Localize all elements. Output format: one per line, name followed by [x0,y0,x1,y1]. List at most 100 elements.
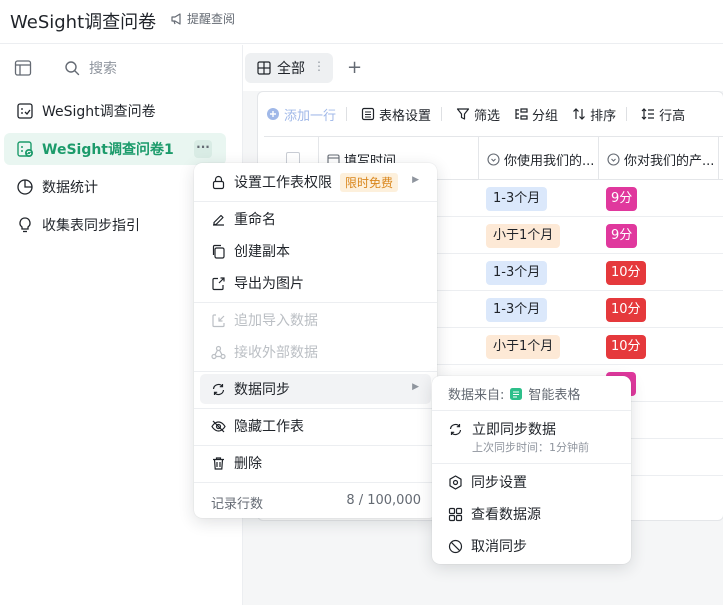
export-icon [211,276,226,291]
menu-item-permission[interactable]: 设置工作表权限 限时免费 ▶ [200,167,431,197]
menu-item-label: 接收外部数据 [234,345,318,361]
menu-item-duplicate[interactable]: 创建副本 [200,236,431,266]
sidebar-item-sync-guide[interactable]: 收集表同步指引 [4,209,226,241]
view-data-source-button[interactable]: 查看数据源 [448,503,541,525]
score-tag: 9分 [606,187,638,211]
single-select-icon [607,152,620,166]
menu-divider [194,408,437,409]
group-icon [514,107,528,121]
pie-chart-icon [16,178,34,196]
data-source-label: 数据来自: [448,388,505,403]
search-icon[interactable] [64,60,80,76]
sort-button[interactable]: 排序 [572,105,616,124]
group-label: 分组 [532,108,559,124]
tab-more-button[interactable]: ⋮ [313,59,325,73]
add-row-button[interactable]: 添加一行 [266,105,336,124]
smart-sheet-icon [509,387,523,401]
add-view-button[interactable]: + [347,57,362,78]
duration-tag: 小于1个月 [486,224,561,248]
submenu-divider [432,410,631,411]
remind-button[interactable]: 提醒查阅 [170,10,235,27]
free-badge: 限时免费 [340,172,399,192]
data-sync-submenu: 数据来自: 智能表格 立即同步数据 上次同步时间：1分钟前 同步设置 查看数据源… [432,376,631,564]
column-header-label: 你对我们的产... [624,153,715,169]
edit-icon [211,212,226,227]
menu-item-label: 删除 [234,456,262,472]
record-rows-value: 8 / 100,000 [346,493,421,508]
ban-icon [448,539,463,554]
score-tag: 10分 [606,261,646,285]
sidebar-toggle-icon[interactable] [14,59,32,77]
menu-item-append-import: 追加导入数据 [200,305,431,335]
search-input[interactable]: 搜索 [89,58,117,78]
duration-tag: 小于1个月 [486,335,561,359]
app-header: WeSight调查问卷 提醒查阅 [0,0,723,44]
menu-item-label: 设置工作表权限 [234,175,332,191]
lightbulb-icon [16,216,34,234]
more-options-button[interactable]: ··· [194,140,212,158]
row-height-label: 行高 [659,108,686,124]
sync-icon [448,422,463,437]
menu-item-hide-sheet[interactable]: 隐藏工作表 [200,411,431,441]
group-button[interactable]: 分组 [514,105,558,124]
record-rows-label: 记录行数 [211,497,264,512]
sort-label: 排序 [590,108,617,124]
lock-icon [211,175,226,190]
menu-item-rename[interactable]: 重命名 [200,204,431,234]
copy-icon [211,244,226,259]
filter-label: 筛选 [474,108,501,124]
sync-now-label: 立即同步数据 [472,422,556,438]
score-tag: 10分 [606,335,646,359]
cancel-sync-label: 取消同步 [471,539,527,555]
table-settings-button[interactable]: 表格设置 [361,105,431,124]
webhook-icon [211,345,226,360]
menu-item-label: 追加导入数据 [234,313,318,329]
table-settings-label: 表格设置 [379,108,432,124]
menu-item-export-image[interactable]: 导出为图片 [200,268,431,298]
menu-item-data-sync[interactable]: 数据同步 ▶ [200,374,431,404]
sync-icon [211,382,226,397]
plus-circle-icon [266,107,280,121]
grid-view-icon [257,61,271,75]
filter-button[interactable]: 筛选 [456,105,500,124]
row-height-button[interactable]: 行高 [641,105,685,124]
column-header-product-score[interactable]: 你对我们的产... [598,137,718,181]
eye-off-icon [211,419,226,434]
menu-item-label: 重命名 [234,212,276,228]
sync-settings-label: 同步设置 [471,475,527,491]
trash-icon [211,456,226,471]
sidebar-item-label: WeSight调查问卷 [42,104,156,120]
data-source-info: 数据来自: 智能表格 [448,384,580,403]
single-select-icon [487,152,500,166]
import-icon [211,313,226,328]
menu-divider [194,302,437,303]
sync-settings-button[interactable]: 同步设置 [448,471,527,493]
menu-divider [194,445,437,446]
sheet-context-menu: 设置工作表权限 限时免费 ▶ 重命名 创建副本 导出为图片 追加导入数据 接收外… [194,163,437,518]
view-tabs: 全部 ⋮ + [243,45,723,91]
remind-label: 提醒查阅 [187,12,236,26]
column-header-usage-duration[interactable]: 你使用我们的... [478,137,598,181]
menu-item-receive-external: 接收外部数据 [200,337,431,367]
form-icon [16,102,34,120]
duration-tag: 1-3个月 [486,298,548,322]
sidebar-item-stats[interactable]: 数据统计 [4,171,226,203]
chevron-right-icon: ▶ [412,175,419,185]
column-header-partial [718,137,723,181]
table-toolbar: 添加一行 表格设置 筛选 分组 排序 行高 [258,92,723,136]
sidebar-item-survey-1[interactable]: WeSight调查问卷1 ··· [4,133,226,165]
tab-label: 全部 [277,61,305,77]
view-data-source-label: 查看数据源 [471,507,541,523]
tab-all[interactable]: 全部 ⋮ [245,53,333,83]
chevron-right-icon: ▶ [412,382,419,392]
toolbar-divider [346,107,348,121]
cancel-sync-button[interactable]: 取消同步 [448,535,527,557]
sidebar-item-label: WeSight调查问卷1 [42,142,174,158]
sidebar-item-survey[interactable]: WeSight调查问卷 [4,95,226,127]
menu-divider [194,482,437,483]
menu-item-delete[interactable]: 删除 [200,448,431,478]
app-title: WeSight调查问卷 [10,12,157,33]
sidebar-item-label: 数据统计 [42,180,98,196]
last-sync-time: 上次同步时间：1分钟前 [472,441,589,454]
add-row-label: 添加一行 [284,108,337,124]
